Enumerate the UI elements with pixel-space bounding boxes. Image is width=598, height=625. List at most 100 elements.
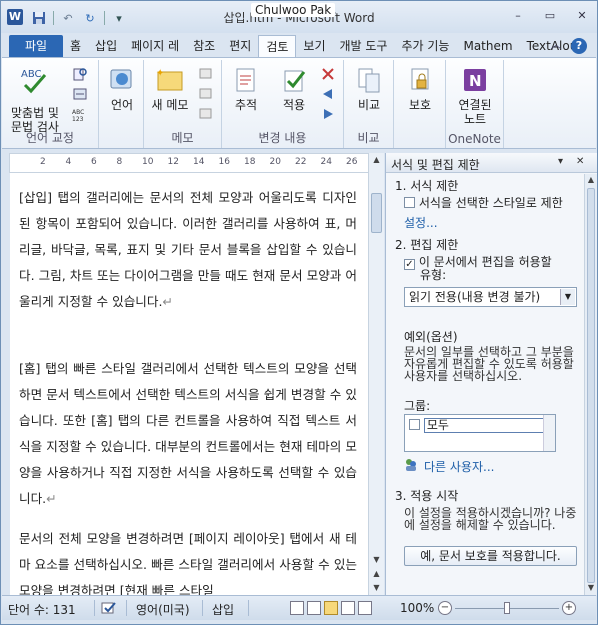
- language-button[interactable]: 언어: [103, 64, 141, 112]
- word-count[interactable]: 단어 수: 131: [8, 601, 76, 618]
- exceptions-description: 문서의 일부를 선택하고 그 부분을 자유롭게 편집할 수 있도록 허용할 사용…: [404, 345, 574, 383]
- print-layout-view-icon[interactable]: [290, 601, 304, 615]
- pane-menu-icon[interactable]: ▾: [558, 156, 563, 167]
- new-memo-label: 새 메모: [151, 98, 189, 112]
- compare-button[interactable]: 비교: [349, 64, 389, 112]
- research-icon[interactable]: [72, 66, 88, 82]
- tab-1[interactable]: 홈: [63, 35, 88, 57]
- protect-button[interactable]: 보호: [400, 64, 440, 112]
- pane-scroll-down-icon[interactable]: ▼: [585, 582, 597, 594]
- scroll-up-icon[interactable]: ▲: [369, 153, 384, 167]
- zoom-out-icon[interactable]: −: [438, 601, 452, 615]
- previous-change-icon[interactable]: [320, 86, 336, 102]
- svg-text:N: N: [469, 72, 482, 90]
- apply-protection-button[interactable]: 예, 문서 보호를 적용합니다.: [404, 546, 577, 566]
- group-compare: 비교 비교: [344, 60, 394, 148]
- tab-3[interactable]: 페이지 레: [124, 35, 186, 57]
- next-change-icon[interactable]: [320, 106, 336, 122]
- track-changes-button[interactable]: 추적: [226, 64, 266, 112]
- tab-10[interactable]: Mathem: [456, 35, 519, 57]
- ruler-tick: 20: [269, 157, 281, 167]
- pane-close-icon[interactable]: ✕: [576, 156, 584, 167]
- group-memo: ✦ 새 메모 메모: [144, 60, 222, 148]
- tab-9[interactable]: 추가 기능: [394, 35, 456, 57]
- tab-8[interactable]: 개발 도구: [333, 35, 395, 57]
- tab-6[interactable]: 검토: [258, 35, 297, 57]
- next-memo-icon[interactable]: [198, 106, 214, 122]
- delete-memo-icon[interactable]: [198, 66, 214, 82]
- groups-listbox[interactable]: 모두: [404, 414, 556, 452]
- accept-label: 적용: [282, 98, 306, 112]
- paragraph-2[interactable]: [홈] 탭의 빠른 스타일 갤러리에서 선택한 텍스트의 모양을 선택하면 문서…: [19, 356, 357, 512]
- paragraph-mark: ↵: [46, 491, 57, 506]
- edit-type-select[interactable]: 읽기 전용(내용 변경 불가) ▼: [404, 287, 577, 307]
- chevron-down-icon[interactable]: ▼: [560, 289, 575, 305]
- zoom-level[interactable]: 100%: [400, 601, 434, 615]
- tab-7[interactable]: 보기: [296, 35, 332, 57]
- paragraph-3[interactable]: 문서의 전체 모양을 변경하려면 [페이지 레이아웃] 탭에서 새 테마 요소를…: [19, 526, 357, 595]
- format-restrict-checkbox[interactable]: [404, 197, 415, 208]
- next-page-icon[interactable]: ▼: [369, 581, 384, 595]
- apply-description: 이 설정을 적용하시겠습니까? 나중에 설정을 해제할 수 있습니다.: [404, 506, 577, 532]
- previous-memo-icon[interactable]: [198, 86, 214, 102]
- window-controls: – ▭ ✕: [509, 9, 591, 23]
- proofing-status-icon[interactable]: [101, 601, 117, 618]
- restore-button[interactable]: ▭: [541, 9, 559, 23]
- pane-body: 1. 서식 제한 서식을 선택한 스타일로 제한 설정... 2. 편집 제한 …: [386, 174, 584, 595]
- close-button[interactable]: ✕: [573, 9, 591, 23]
- status-separator: [202, 600, 203, 616]
- zoom-slider-thumb[interactable]: [504, 602, 510, 614]
- new-memo-button[interactable]: ✦ 새 메모: [146, 64, 194, 112]
- protect-document-icon: [404, 64, 436, 96]
- full-screen-view-icon[interactable]: [307, 601, 321, 615]
- collapse-ribbon-icon[interactable]: ︿: [549, 38, 563, 52]
- paragraph-2-text: [홈] 탭의 빠른 스타일 갤러리에서 선택한 텍스트의 모양을 선택하면 문서…: [19, 361, 357, 506]
- outline-view-icon[interactable]: [341, 601, 355, 615]
- group-label-tracking: 변경 내용: [258, 131, 307, 145]
- document-vertical-scrollbar[interactable]: ▲ ▼ ▲ ▼: [368, 153, 384, 595]
- insert-mode-status[interactable]: 삽입: [212, 601, 234, 618]
- tab-2[interactable]: 삽입: [88, 35, 124, 57]
- tab-4[interactable]: 참조: [186, 35, 222, 57]
- svg-text:✦: ✦: [156, 68, 164, 79]
- tab-5[interactable]: 편지: [222, 35, 258, 57]
- edit-restrict-checkbox[interactable]: ✓: [404, 259, 415, 270]
- accept-button[interactable]: 적용: [274, 64, 314, 112]
- pane-scrollbar[interactable]: ▲ ▼: [584, 174, 597, 595]
- title-user-overlay: Chulwoo Pak: [251, 3, 336, 17]
- help-icon[interactable]: ?: [571, 38, 587, 54]
- listbox-scrollbar[interactable]: [543, 415, 555, 451]
- horizontal-ruler[interactable]: 24681012141618202224262: [9, 153, 384, 173]
- more-users-link[interactable]: 다른 사용자...: [404, 458, 494, 475]
- tab-0[interactable]: 파일: [9, 35, 63, 57]
- everyone-checkbox[interactable]: [409, 419, 420, 430]
- spelling-grammar-button[interactable]: ABC 맞춤법 및 문법 검사: [4, 64, 66, 134]
- zoom-in-icon[interactable]: +: [562, 601, 576, 615]
- linked-notes-button[interactable]: N 연결된 노트: [452, 64, 498, 126]
- draft-view-icon[interactable]: [358, 601, 372, 615]
- language-status[interactable]: 영어(미국): [136, 601, 190, 618]
- paragraph-1[interactable]: [삽입] 탭의 갤러리에는 문서의 전체 모양과 어울리도록 디자인된 항목이 …: [19, 185, 357, 315]
- pane-scroll-up-icon[interactable]: ▲: [585, 174, 597, 186]
- thesaurus-icon[interactable]: [72, 86, 88, 102]
- scroll-down-icon[interactable]: ▼: [369, 553, 384, 567]
- minimize-button[interactable]: –: [509, 9, 527, 23]
- word-count-icon[interactable]: ABC 123: [72, 106, 88, 123]
- ribbon-right-controls: ︿ ?: [549, 38, 587, 54]
- onenote-icon: N: [459, 64, 491, 96]
- svg-text:ABC: ABC: [72, 109, 84, 116]
- edit-type-value: 읽기 전용(내용 변경 불가): [409, 290, 541, 304]
- group-proofing: ABC 맞춤법 및 문법 검사 ABC 123 언어 교정: [2, 60, 99, 148]
- reject-icon[interactable]: [320, 66, 336, 82]
- pane-scroll-thumb[interactable]: [587, 188, 595, 583]
- format-restrict-row[interactable]: 서식을 선택한 스타일로 제한: [404, 196, 563, 210]
- restrict-editing-pane: 서식 및 편집 제한 ▾ ✕ 1. 서식 제한 서식을 선택한 스타일로 제한 …: [385, 153, 597, 595]
- previous-page-icon[interactable]: ▲: [369, 567, 384, 581]
- paragraph-mark: ↵: [162, 294, 174, 309]
- group-item-everyone[interactable]: 모두: [409, 418, 552, 433]
- settings-link[interactable]: 설정...: [404, 214, 438, 231]
- scroll-thumb[interactable]: [371, 193, 382, 233]
- format-restrict-label: 서식을 선택한 스타일로 제한: [418, 196, 563, 210]
- web-layout-view-icon[interactable]: [324, 601, 338, 615]
- document-page[interactable]: [삽입] 탭의 갤러리에는 문서의 전체 모양과 어울리도록 디자인된 항목이 …: [10, 173, 368, 595]
